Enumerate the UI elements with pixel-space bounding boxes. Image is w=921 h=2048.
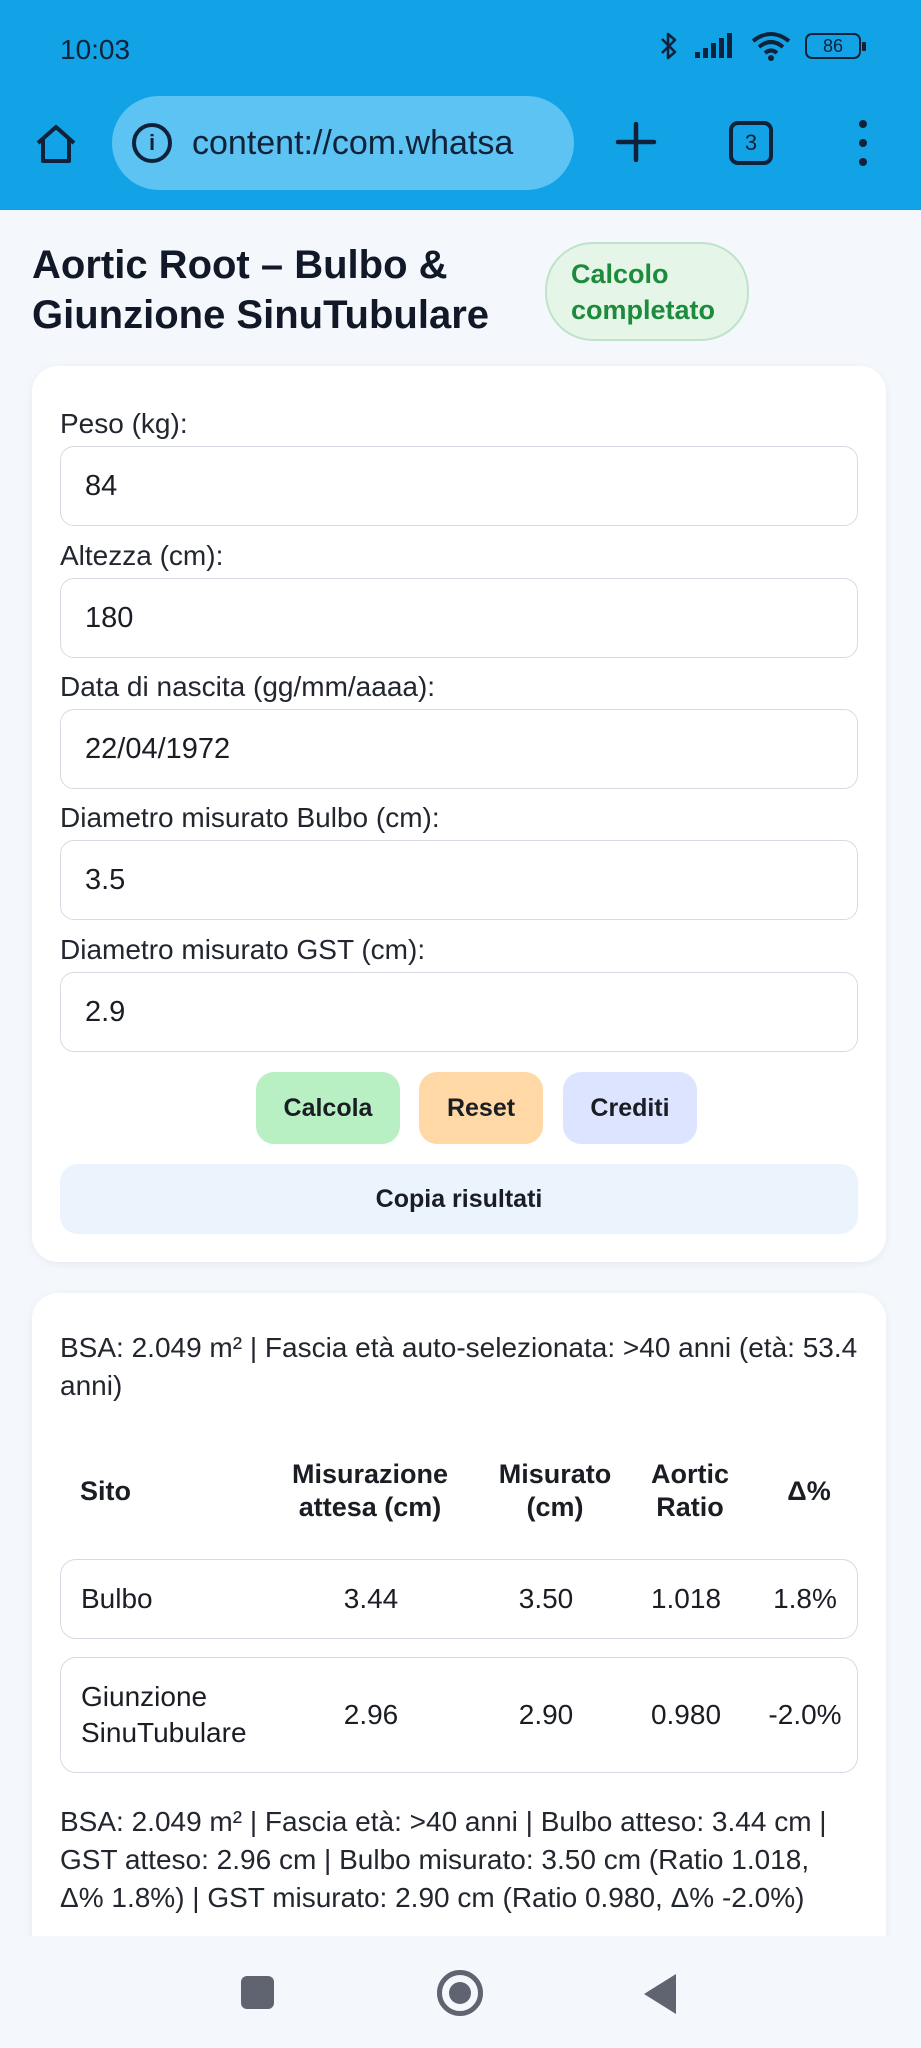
bulb-diameter-label: Diametro misurato Bulbo (cm): <box>60 802 440 833</box>
home-button[interactable] <box>30 118 82 170</box>
table-row: Bulbo 3.44 3.50 1.018 1.8% <box>60 1559 858 1639</box>
home-circle-icon[interactable] <box>437 1970 483 2016</box>
results-card: BSA: 2.049 m² | Fascia età auto-selezion… <box>32 1293 886 1993</box>
height-input[interactable]: 180 <box>60 578 858 658</box>
plus-icon[interactable] <box>612 118 660 166</box>
column-header-measured: Misurato (cm) <box>498 1459 612 1522</box>
birthdate-input[interactable]: 22/04/1972 <box>60 709 858 789</box>
cell-site: Giunzione SinuTubulare <box>81 1681 247 1748</box>
cell-ratio: 1.018 <box>650 1583 722 1614</box>
column-header-site: Sito <box>80 1475 131 1506</box>
bsa-line: BSA: 2.049 m² | Fascia età auto-selezion… <box>60 1332 858 1401</box>
column-header-expected: Misurazione attesa (cm) <box>291 1459 449 1522</box>
copy-results-button[interactable]: Copia risultati <box>60 1164 858 1234</box>
cell-measured: 2.90 <box>518 1699 574 1730</box>
column-header-ratio: Aortic Ratio <box>650 1459 729 1522</box>
cell-delta: -2.0% <box>768 1699 842 1730</box>
bulb-diameter-input[interactable]: 3.5 <box>60 840 858 920</box>
input-form-card: Peso (kg): 84 Altezza (cm): 180 Data di … <box>32 366 886 1262</box>
more-vert-icon[interactable] <box>852 120 874 166</box>
back-icon[interactable] <box>644 1974 676 2014</box>
cell-expected: 2.96 <box>343 1699 399 1730</box>
status-icons: 86 <box>659 30 866 62</box>
table-row: Giunzione SinuTubulare 2.96 2.90 0.980 -… <box>60 1657 858 1773</box>
browser-chrome: 10:03 86 i content://com.whatsa 3 <box>0 0 921 210</box>
page-title: Aortic Root – Bulbo & Giunzione SinuTubu… <box>32 243 490 337</box>
cell-expected: 3.44 <box>343 1583 399 1614</box>
cell-delta: 1.8% <box>773 1583 837 1614</box>
status-time: 10:03 <box>60 34 131 65</box>
status-badge: Calcolo completato <box>545 242 749 341</box>
height-label: Altezza (cm): <box>60 540 224 571</box>
url-bar[interactable]: i content://com.whatsa <box>112 96 574 190</box>
calculate-button[interactable]: Calcola <box>256 1072 400 1144</box>
battery-icon: 86 <box>805 33 866 59</box>
weight-input[interactable]: 84 <box>60 446 858 526</box>
reset-button[interactable]: Reset <box>419 1072 543 1144</box>
credits-button[interactable]: Crediti <box>563 1072 697 1144</box>
weight-label: Peso (kg): <box>60 408 188 439</box>
bluetooth-icon <box>661 32 677 60</box>
info-icon[interactable]: i <box>132 123 172 163</box>
column-header-delta: Δ% <box>787 1475 831 1506</box>
wifi-icon <box>751 32 791 61</box>
gst-diameter-label: Diametro misurato GST (cm): <box>60 934 426 965</box>
table-header: Sito Misurazione attesa (cm) Misurato (c… <box>60 1451 858 1531</box>
results-summary: BSA: 2.049 m² | Fascia età: >40 anni | B… <box>60 1806 827 1913</box>
cell-site: Bulbo <box>81 1583 153 1614</box>
cell-measured: 3.50 <box>518 1583 574 1614</box>
signal-icon <box>695 33 732 58</box>
birthdate-label: Data di nascita (gg/mm/aaaa): <box>60 671 436 702</box>
home-icon <box>36 125 76 163</box>
cell-ratio: 0.980 <box>650 1699 722 1730</box>
tabs-icon[interactable]: 3 <box>729 121 773 165</box>
recents-icon[interactable] <box>241 1976 274 2009</box>
gst-diameter-input[interactable]: 2.9 <box>60 972 858 1052</box>
url-text[interactable]: content://com.whatsa <box>192 124 513 163</box>
